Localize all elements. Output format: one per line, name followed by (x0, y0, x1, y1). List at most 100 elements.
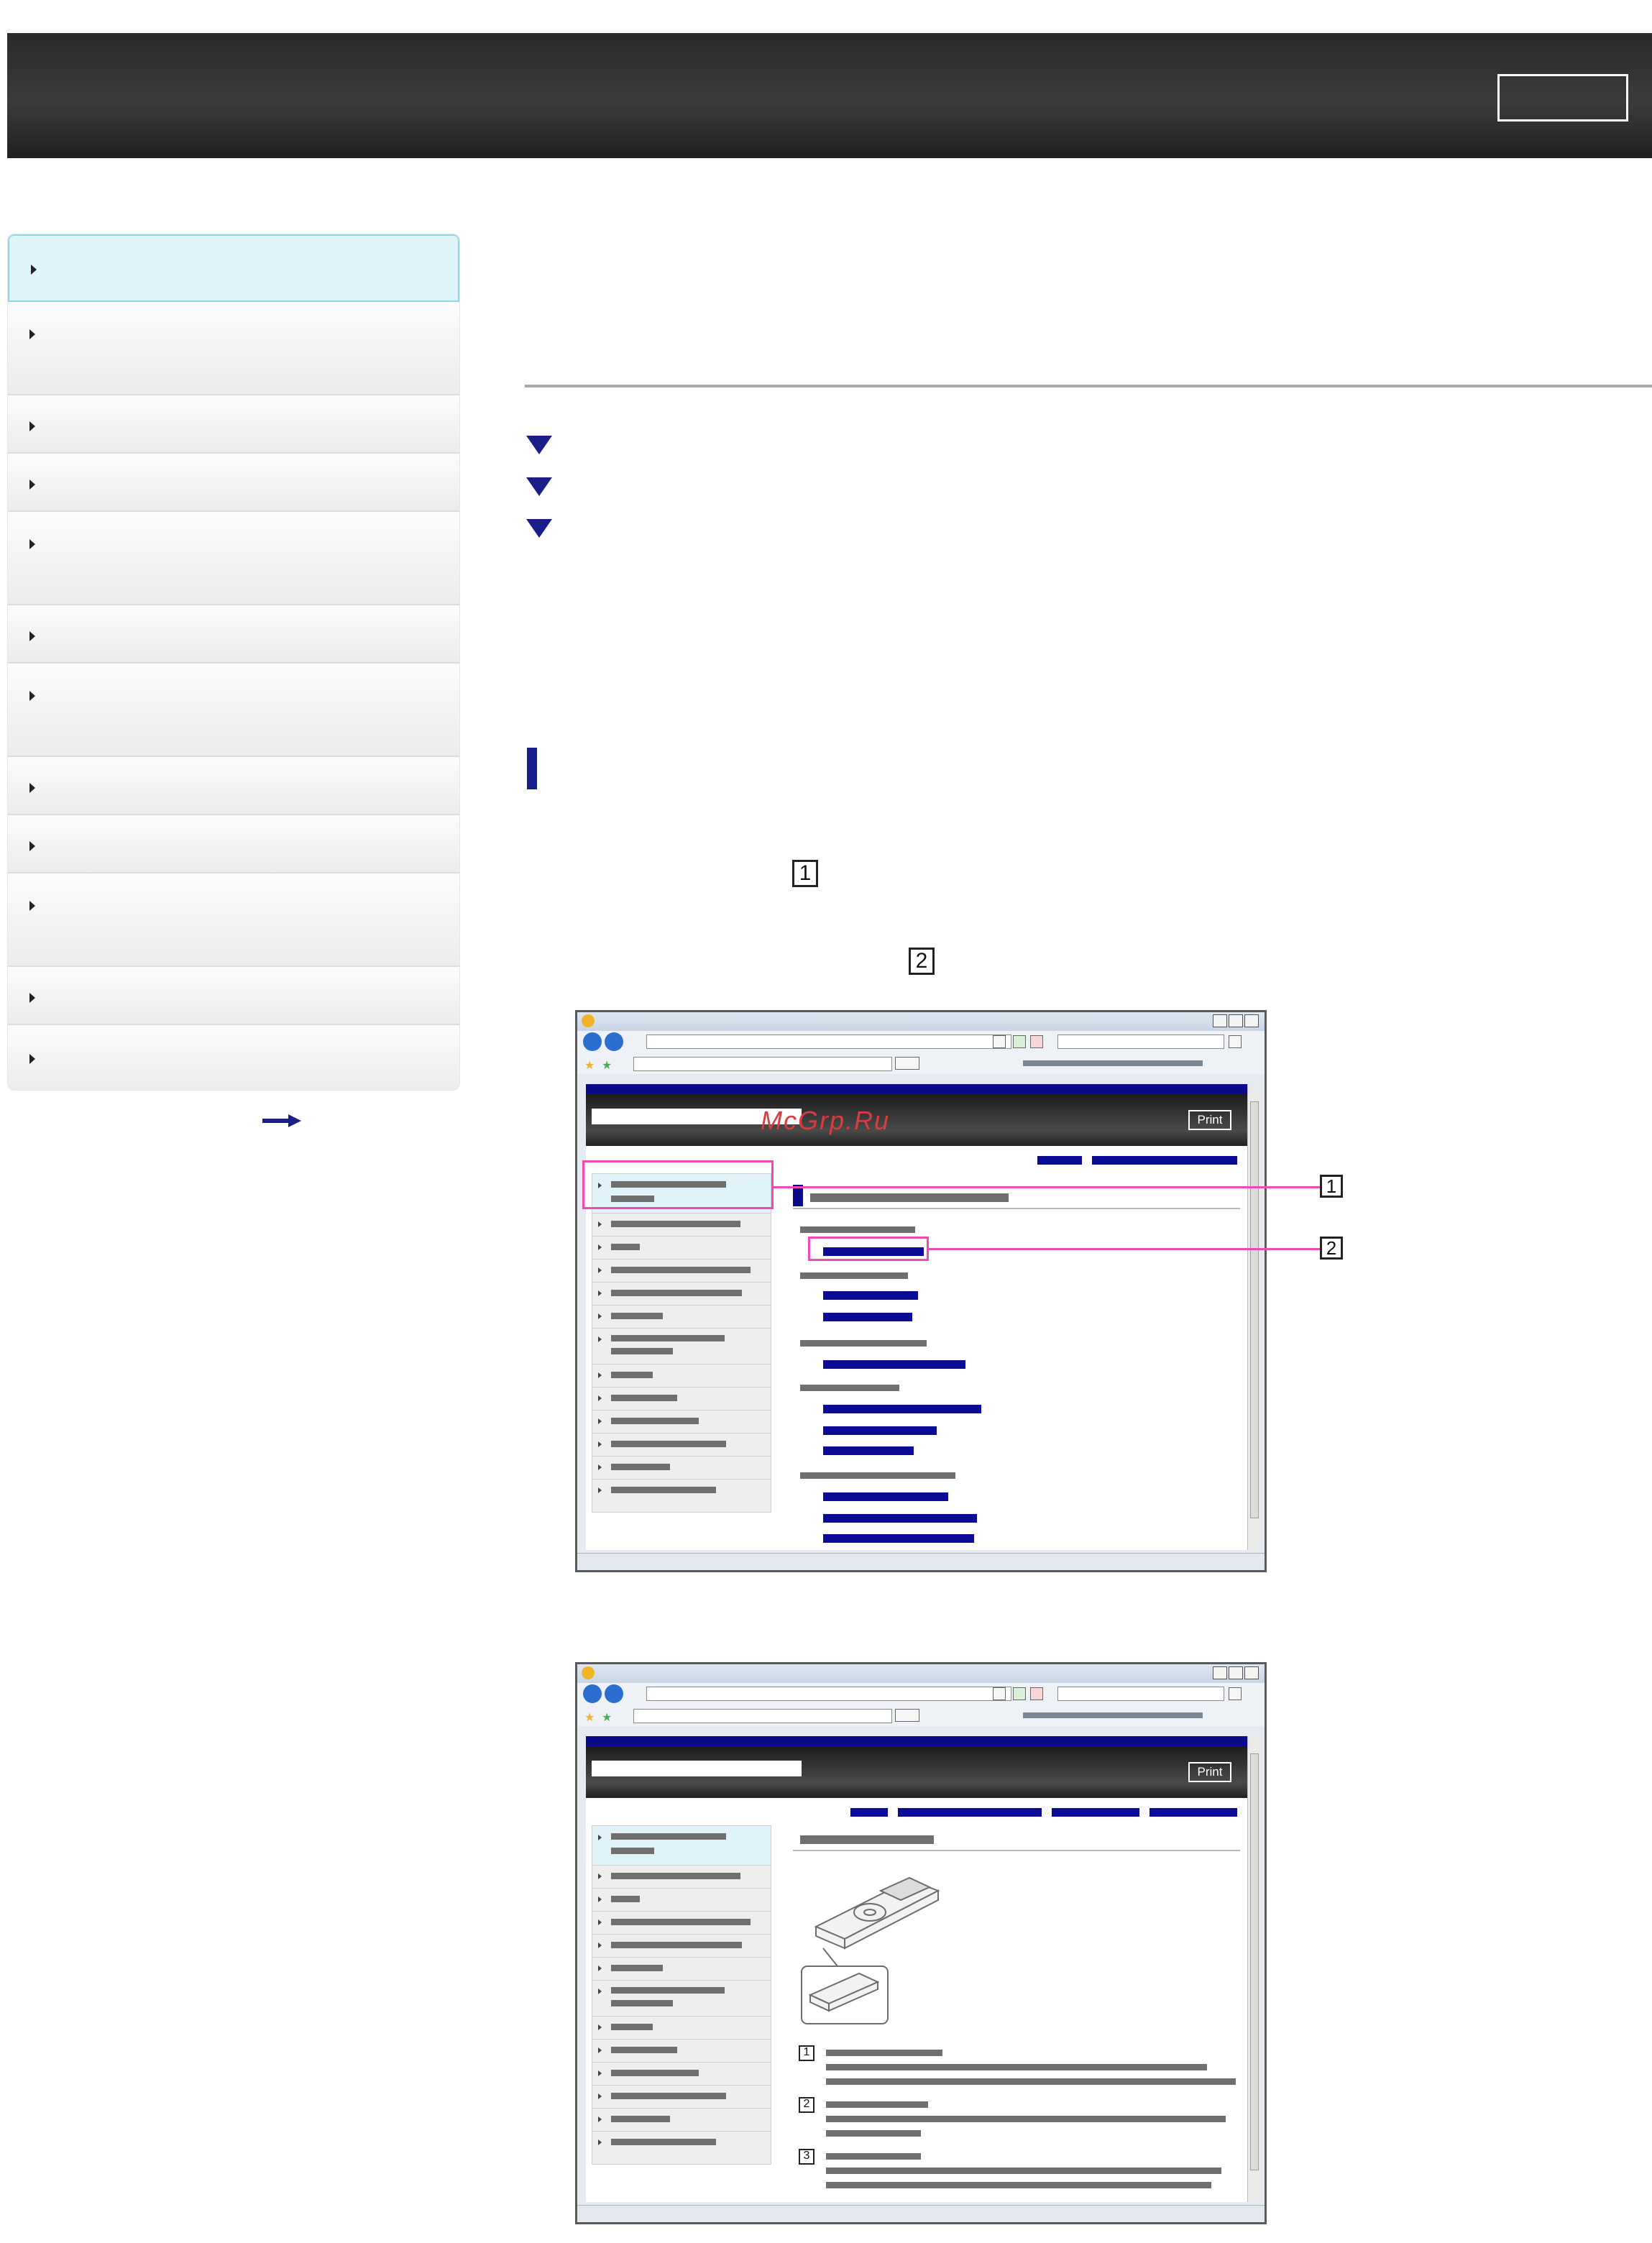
page-sidebar-row (592, 1479, 771, 1502)
page-sidebar-row (592, 2039, 771, 2063)
page-heading (800, 1835, 934, 1844)
browser-screenshot-1: ★ ★ Print (575, 1010, 1267, 1572)
sidebar-item[interactable] (8, 1025, 459, 1090)
caret-right-icon (29, 993, 35, 1003)
scrollbar-thumb (1250, 1753, 1259, 2170)
tab-strip (633, 1057, 892, 1071)
refresh-icon (1013, 1687, 1026, 1700)
forward-icon (605, 1684, 623, 1703)
search-field (1057, 1035, 1224, 1049)
forward-icon (605, 1032, 623, 1051)
caret-right-icon (29, 691, 35, 701)
page-sidebar-row (592, 2131, 771, 2154)
header-button[interactable] (1497, 74, 1628, 121)
search-icon (1229, 1035, 1242, 1048)
stop-icon (1030, 1687, 1043, 1700)
page-scrollbar (1247, 1736, 1262, 2202)
list-number: 3 (799, 2149, 814, 2165)
page-text (826, 2050, 942, 2056)
page-scrollbar (1247, 1084, 1262, 1550)
caret-right-icon (29, 329, 35, 339)
jump-link-icon[interactable] (526, 436, 552, 454)
callout-line-2 (929, 1248, 1320, 1250)
link (850, 1808, 888, 1817)
page-sidebar (592, 1173, 771, 1513)
page-text (800, 1385, 899, 1391)
scrollbar-thumb (1250, 1101, 1259, 1518)
page-sidebar-row (592, 2016, 771, 2040)
page-top-strip (586, 1084, 1247, 1094)
highlight-box-1 (582, 1160, 774, 1209)
sidebar-item[interactable] (8, 302, 459, 395)
browser-logo-icon (582, 1014, 595, 1027)
sidebar-item[interactable] (8, 664, 459, 757)
link (823, 1492, 948, 1501)
add-favorite-icon: ★ (602, 1712, 612, 1724)
header-bar (7, 33, 1652, 158)
page-sidebar-row (592, 1236, 771, 1260)
page-text (826, 2182, 1211, 2188)
watermark: McGrp.Ru (761, 1106, 891, 1135)
callout-number-2: 2 (1320, 1237, 1343, 1260)
link (823, 1534, 974, 1543)
page-sidebar-row (592, 1433, 771, 1457)
sidebar-item[interactable] (8, 873, 459, 967)
page-text (800, 1472, 955, 1479)
right-arrow-icon[interactable] (262, 1114, 301, 1127)
sidebar-item[interactable] (8, 395, 459, 454)
caret-right-icon (29, 901, 35, 911)
link (823, 1360, 965, 1369)
caret-right-icon (31, 265, 37, 275)
caret-right-icon (29, 421, 35, 431)
window-titlebar (577, 1012, 1265, 1031)
sidebar-item[interactable] (8, 967, 459, 1025)
sidebar-item[interactable] (8, 815, 459, 873)
favorites-toolbar: ★ ★ (577, 1705, 1265, 1726)
page-sidebar-row (592, 1328, 771, 1364)
page-text (800, 1272, 908, 1279)
address-toolbar (577, 1031, 1265, 1052)
address-field (646, 1687, 1011, 1701)
page-sidebar-row (592, 1957, 771, 1981)
sidebar-item[interactable] (8, 512, 459, 605)
add-favorite-icon: ★ (602, 1060, 612, 1072)
link (823, 1426, 937, 1435)
dropdown-icon (993, 1687, 1006, 1700)
sidebar-item[interactable] (8, 757, 459, 815)
page-text (826, 2168, 1221, 2174)
page-text (826, 2078, 1236, 2085)
sidebar-item[interactable] (8, 605, 459, 664)
new-tab-icon (895, 1709, 919, 1722)
page-sidebar-row (592, 2062, 771, 2086)
link (898, 1808, 1042, 1817)
page-text (826, 2153, 921, 2160)
step-marker: 1 (792, 860, 818, 887)
sidebar-item[interactable] (8, 234, 459, 302)
page-text (800, 1226, 915, 1233)
address-field (646, 1035, 1011, 1049)
sidebar-item[interactable] (8, 454, 459, 512)
status-bar (577, 1553, 1265, 1569)
address-toolbar (577, 1683, 1265, 1705)
caret-right-icon (29, 480, 35, 490)
browser-logo-icon (582, 1666, 595, 1679)
link (823, 1514, 977, 1523)
page-sidebar-row (592, 1826, 771, 1866)
jump-link-icon[interactable] (526, 477, 552, 496)
page-sidebar-row (592, 1364, 771, 1387)
page-header: Print (586, 1746, 1247, 1798)
jump-link-icon[interactable] (526, 519, 552, 538)
device-illustration (801, 1876, 940, 2024)
page-text (826, 2130, 921, 2137)
dropdown-icon (993, 1035, 1006, 1048)
search-field (1057, 1687, 1224, 1701)
maximize-icon (1229, 1666, 1243, 1679)
favorites-star-icon: ★ (584, 1712, 595, 1724)
status-bar (577, 2205, 1265, 2221)
command-bar (1023, 1060, 1203, 1066)
page-viewport: Print (586, 1736, 1247, 2202)
callout-line-1 (774, 1186, 1320, 1188)
page-heading (810, 1193, 1009, 1202)
page-sidebar-row (592, 1888, 771, 1912)
page-text (826, 2116, 1226, 2122)
